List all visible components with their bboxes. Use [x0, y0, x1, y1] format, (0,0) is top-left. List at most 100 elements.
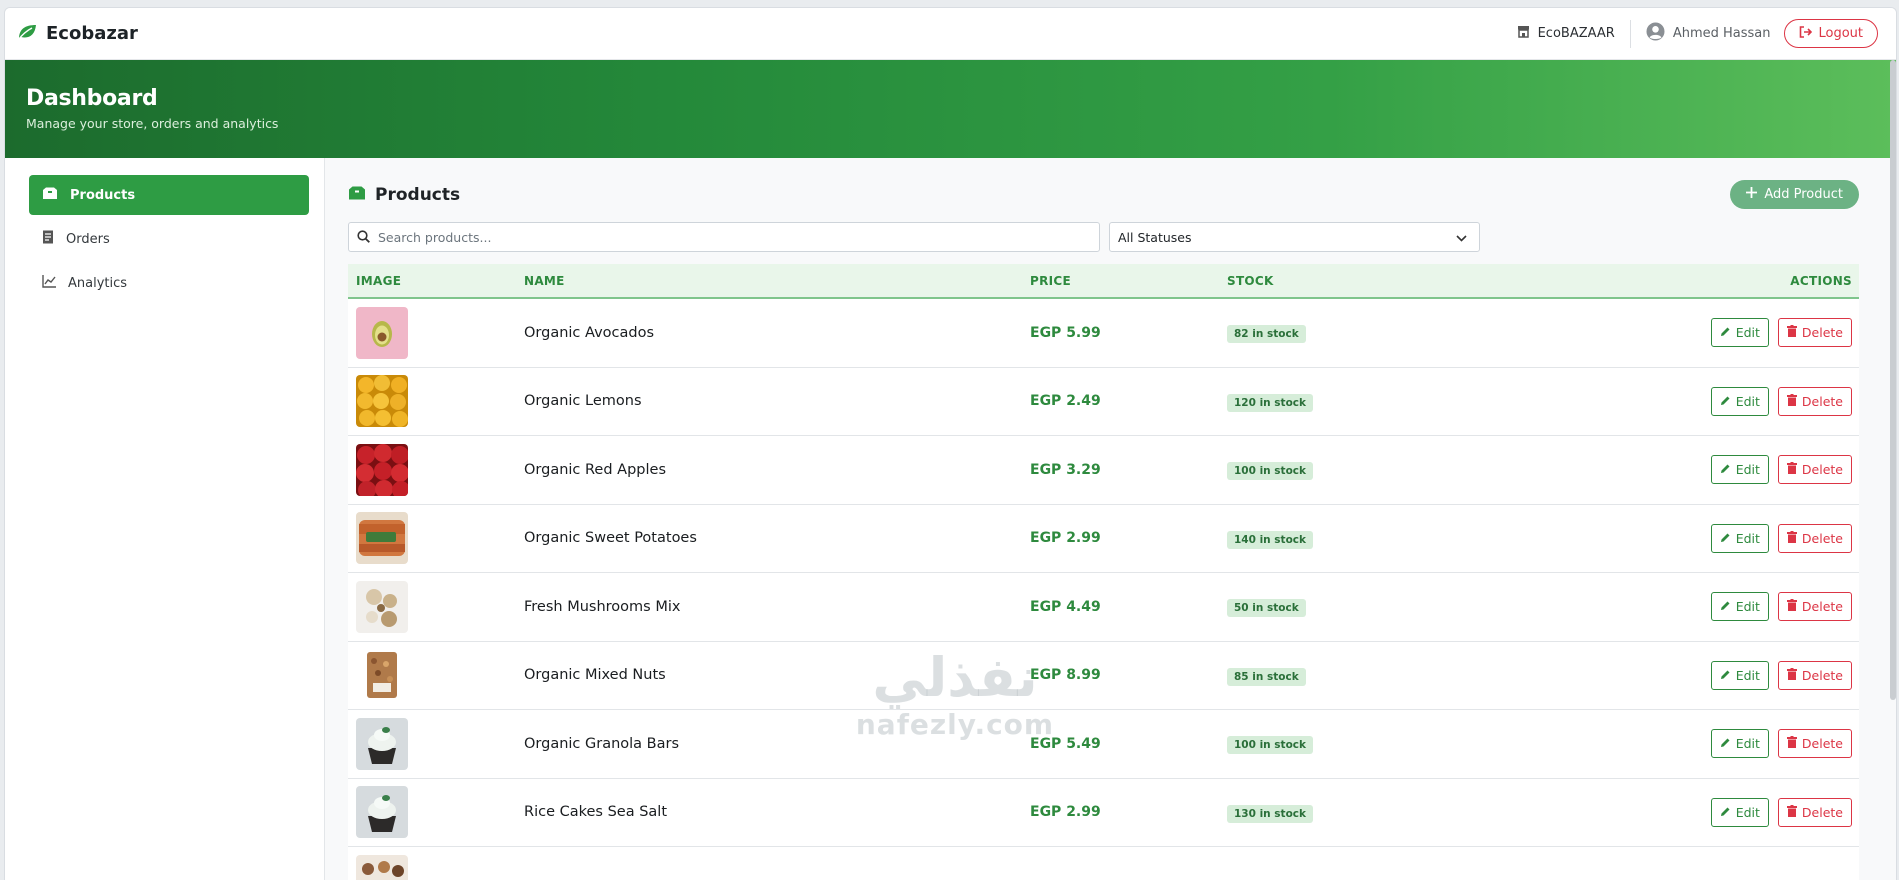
delete-button[interactable]: Delete: [1777, 592, 1852, 622]
table-row: Fresh Mushrooms Mix EGP 4.49 50 in stock…: [348, 573, 1859, 642]
edit-button[interactable]: Edit: [1710, 729, 1769, 759]
product-name: Rice Cakes Sea Salt: [524, 804, 668, 821]
column-header-price: PRICE: [1030, 273, 1072, 288]
top-navbar: Ecobazar EcoBAZAAR Ahmed Hassan Logout: [5, 8, 1896, 60]
user-menu[interactable]: Ahmed Hassan: [1631, 22, 1785, 45]
delete-label: Delete: [1801, 393, 1843, 409]
pencil-icon: [1720, 805, 1731, 820]
delete-button[interactable]: Delete: [1777, 318, 1852, 348]
column-header-stock: STOCK: [1227, 273, 1274, 288]
product-name: Organic Mixed Nuts: [524, 667, 666, 684]
product-price: EGP 2.99: [1030, 804, 1101, 821]
logout-label: Logout: [1818, 26, 1863, 41]
product-name: Organic Lemons: [524, 393, 642, 410]
sidebar-item-analytics[interactable]: Analytics: [29, 263, 309, 303]
delete-label: Delete: [1801, 325, 1843, 341]
stock-badge: 82 in stock: [1227, 325, 1306, 344]
delete-button[interactable]: Delete: [1777, 729, 1852, 759]
stock-badge: 100 in stock: [1227, 736, 1313, 755]
search-icon: [357, 228, 370, 247]
add-product-button[interactable]: Add Product: [1730, 180, 1859, 209]
product-price: EGP 2.99: [1030, 530, 1101, 547]
sidebar-item-orders[interactable]: Orders: [29, 219, 309, 259]
product-price: EGP 4.49: [1030, 598, 1101, 615]
edit-button[interactable]: Edit: [1710, 592, 1769, 622]
sign-out-icon: [1799, 25, 1813, 42]
edit-button[interactable]: Edit: [1710, 523, 1769, 553]
product-image-avocado: [356, 306, 408, 359]
page-scrollbar[interactable]: [1890, 60, 1896, 700]
product-image-nuts-bag: [356, 649, 408, 702]
pencil-icon: [1720, 599, 1731, 614]
edit-label: Edit: [1735, 599, 1760, 615]
stock-badge: 120 in stock: [1227, 393, 1313, 412]
delete-button[interactable]: Delete: [1777, 797, 1852, 827]
delete-button[interactable]: Delete: [1777, 455, 1852, 485]
product-name: Organic Avocados: [524, 324, 655, 341]
box-icon: [42, 187, 58, 204]
trash-icon: [1786, 530, 1797, 546]
logout-button[interactable]: Logout: [1784, 19, 1878, 48]
leaf-icon: [17, 23, 37, 45]
delete-label: Delete: [1801, 462, 1843, 478]
chevron-down-icon: [1456, 230, 1467, 245]
dashboard-header: Dashboard Manage your store, orders and …: [5, 60, 1896, 158]
app-window: Ecobazar EcoBAZAAR Ahmed Hassan Logout D…: [4, 7, 1897, 880]
edit-button[interactable]: Edit: [1710, 455, 1769, 485]
sidebar-item-label: Analytics: [68, 275, 128, 291]
product-image-apples: [356, 443, 408, 496]
table-row: Organic Sweet Potatoes EGP 2.99 140 in s…: [348, 504, 1859, 573]
delete-button[interactable]: Delete: [1777, 386, 1852, 416]
stock-badge: 140 in stock: [1227, 530, 1313, 549]
trash-icon: [1786, 325, 1797, 340]
delete-label: Delete: [1801, 599, 1843, 615]
table-row: [348, 847, 1859, 880]
trash-icon: [1786, 736, 1797, 751]
stock-badge: 100 in stock: [1227, 462, 1313, 481]
sidebar-item-products[interactable]: Products: [29, 175, 309, 215]
pencil-icon: [1720, 325, 1731, 340]
product-image-mushrooms: [356, 580, 408, 633]
add-product-label: Add Product: [1764, 187, 1843, 202]
stock-badge: 50 in stock: [1227, 599, 1306, 618]
trash-icon: [1786, 462, 1797, 477]
chart-line-icon: [42, 274, 56, 292]
edit-button[interactable]: Edit: [1710, 797, 1769, 827]
store-link[interactable]: EcoBAZAAR: [1517, 19, 1631, 48]
column-header-actions: ACTIONS: [1790, 273, 1852, 288]
table-row: Organic Lemons EGP 2.49 120 in stock Edi…: [348, 367, 1859, 436]
delete-label: Delete: [1801, 667, 1843, 683]
main-content: Products Add Product Search products... …: [325, 158, 1896, 880]
delete-label: Delete: [1801, 530, 1843, 546]
sidebar-item-label: Orders: [66, 231, 110, 247]
delete-button[interactable]: Delete: [1777, 660, 1852, 690]
product-image-lemons: [356, 375, 408, 428]
status-filter-select[interactable]: All Statuses: [1109, 222, 1480, 252]
status-filter-value: All Statuses: [1118, 229, 1192, 245]
stock-badge: 85 in stock: [1227, 667, 1306, 686]
sidebar-item-label: Products: [70, 187, 136, 203]
delete-button[interactable]: Delete: [1777, 523, 1852, 553]
edit-label: Edit: [1735, 530, 1760, 546]
edit-label: Edit: [1735, 393, 1760, 409]
trash-icon: [1786, 393, 1797, 409]
products-panel: Products Add Product Search products... …: [348, 179, 1859, 880]
table-row: Organic Granola Bars EGP 5.49 100 in sto…: [348, 710, 1859, 779]
edit-button[interactable]: Edit: [1710, 660, 1769, 690]
table-row: Organic Avocados EGP 5.99 82 in stock Ed…: [348, 299, 1859, 368]
store-label: EcoBAZAAR: [1537, 26, 1615, 41]
trash-icon: [1786, 599, 1797, 614]
pencil-icon: [1720, 531, 1731, 546]
edit-label: Edit: [1735, 804, 1760, 820]
product-name: Organic Sweet Potatoes: [524, 530, 697, 547]
search-input[interactable]: [378, 229, 1091, 245]
product-price: EGP 5.99: [1030, 324, 1101, 341]
product-image-cupcake: [356, 786, 408, 839]
product-name: Organic Red Apples: [524, 461, 666, 478]
edit-button[interactable]: Edit: [1710, 318, 1769, 348]
delete-label: Delete: [1801, 804, 1843, 820]
edit-button[interactable]: Edit: [1710, 386, 1769, 416]
pencil-icon: [1720, 394, 1731, 409]
brand-logo-link[interactable]: Ecobazar: [17, 23, 138, 45]
pencil-icon: [1720, 668, 1731, 683]
